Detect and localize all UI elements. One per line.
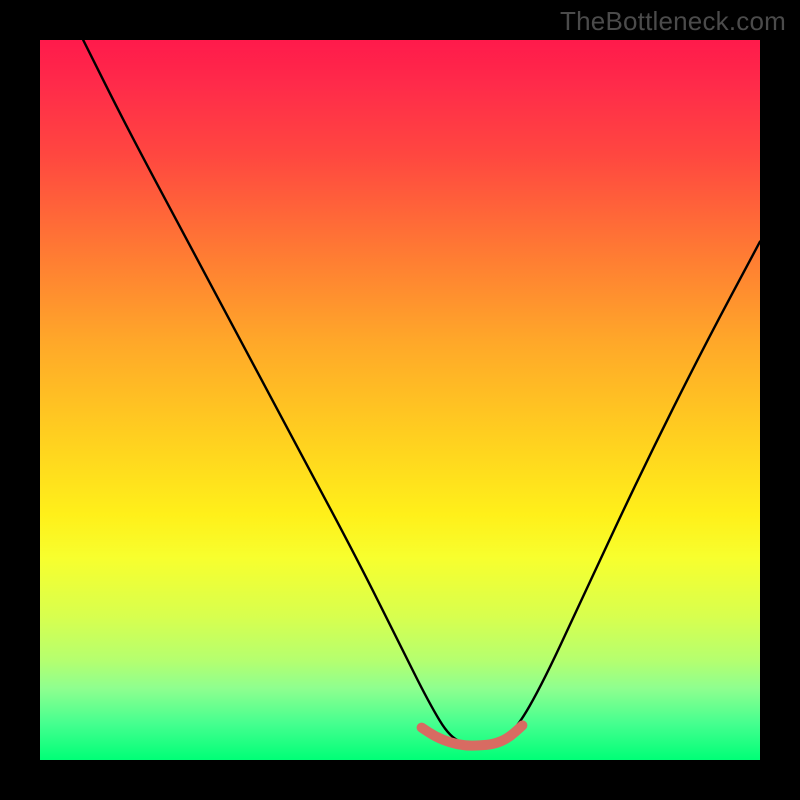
curve-svg <box>40 40 760 760</box>
chart-frame: TheBottleneck.com <box>0 0 800 800</box>
bottom-highlight-curve <box>422 725 523 745</box>
plot-area <box>40 40 760 760</box>
main-curve <box>83 40 760 746</box>
watermark-text: TheBottleneck.com <box>560 6 786 37</box>
